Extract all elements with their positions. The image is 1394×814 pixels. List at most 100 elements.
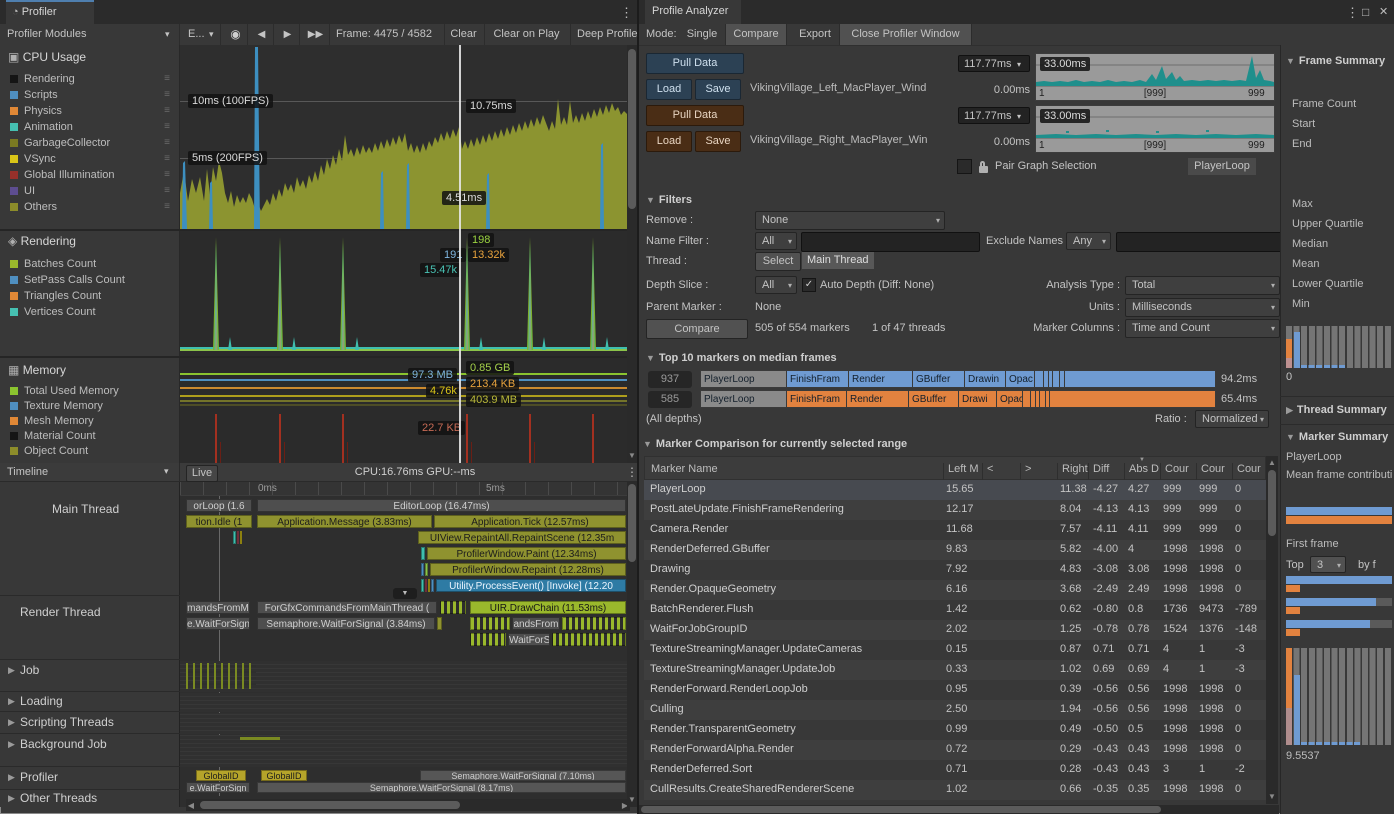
timeline-sliver[interactable] (428, 579, 430, 592)
module-header-memory[interactable]: ▦ Memory (8, 363, 66, 377)
table-hscrollbar[interactable] (639, 805, 1279, 814)
top10-segment[interactable] (1050, 391, 1216, 408)
top10-segment[interactable]: Render (849, 371, 913, 388)
exclude-names-input[interactable] (1116, 232, 1282, 252)
table-vscrollbar[interactable]: ▲ ▼ (1266, 456, 1278, 804)
legend-item[interactable]: Batches Count (0, 256, 180, 272)
table-row[interactable]: RenderDeferred.GBuffer 9.83 5.82 -4.00 4… (644, 540, 1266, 560)
export-button[interactable]: Export (791, 24, 839, 45)
timeline-bar-sem7[interactable]: Semaphore.WaitForSignal (7.10ms) (420, 770, 626, 781)
close-icon[interactable]: ✕ (1379, 5, 1388, 18)
legend-item[interactable]: GarbageCollector≡ (0, 135, 180, 151)
timeline-sliver[interactable] (437, 617, 442, 630)
legend-item[interactable]: Total Used Memory (0, 384, 180, 399)
thread-row-scripting[interactable]: ▶Scripting Threads (0, 712, 180, 734)
thread-row-job[interactable]: ▶Job (0, 660, 180, 692)
top10-bar-left[interactable]: PlayerLoopFinishFramRenderGBufferDrawinO… (700, 370, 1216, 388)
frames-graph-left[interactable]: 33.00ms 1 [999] 999 (1035, 53, 1275, 101)
timeline-sliver[interactable] (440, 601, 466, 614)
legend-item[interactable]: Mesh Memory (0, 414, 180, 429)
name-filter-input[interactable] (801, 232, 980, 252)
mode-single-button[interactable]: Single (679, 24, 725, 45)
module-header-cpu[interactable]: ▣ CPU Usage (8, 50, 86, 64)
drag-handle-icon[interactable]: ≡ (164, 199, 170, 215)
legend-item[interactable]: VSync≡ (0, 151, 180, 167)
pull-data-right-button[interactable]: Pull Data (646, 105, 744, 126)
table-row[interactable]: PostLateUpdate.FinishFrameRendering 12.1… (644, 500, 1266, 520)
exclude-mode-dropdown[interactable]: Any▾ (1066, 232, 1111, 250)
legend-item[interactable]: Triangles Count (0, 288, 180, 304)
top10-bar-right[interactable]: PlayerLoopFinishFramRenderGBufferDrawiOp… (700, 390, 1216, 408)
auto-depth-checkbox[interactable]: ✓ (802, 278, 816, 292)
legend-item[interactable]: UI≡ (0, 183, 180, 199)
top10-segment[interactable]: Opac (997, 391, 1023, 408)
table-row[interactable]: PlayerLoop 15.65 11.38 -4.27 4.27 999 99… (644, 480, 1266, 500)
timeline-bar-window-repaint[interactable]: ProfilerWindow.Repaint (12.28ms) (430, 563, 626, 576)
timeline-sliver[interactable] (233, 531, 236, 544)
range-left-dropdown[interactable]: 117.77ms ▾ (958, 55, 1030, 72)
name-filter-mode-dropdown[interactable]: All▾ (755, 232, 797, 250)
legend-item[interactable]: Texture Memory (0, 399, 180, 414)
timeline-sliver[interactable] (421, 579, 424, 592)
timeline-bar-repaintscene[interactable]: UIView.RepaintAll.RepaintScene (12.35m (418, 531, 626, 544)
top10-segment[interactable]: PlayerLoop (701, 371, 787, 388)
top10-segment[interactable]: PlayerLoop (701, 391, 787, 408)
timeline-bar-app-tick[interactable]: Application.Tick (12.57ms) (434, 515, 626, 528)
top10-segment[interactable] (1023, 391, 1031, 408)
save-right-button[interactable]: Save (695, 131, 741, 152)
analysis-type-dropdown[interactable]: Total▾ (1125, 276, 1280, 295)
col-left-median[interactable]: Left M (943, 463, 986, 481)
load-left-button[interactable]: Load (646, 79, 692, 100)
timeline-bar[interactable]: andsFrom (512, 617, 560, 630)
top10-segment[interactable]: FinishFram (787, 391, 847, 408)
table-row[interactable]: WaitForJobGroupID 2.02 1.25 -0.78 0.78 1… (644, 620, 1266, 640)
legend-item[interactable]: Vertices Count (0, 304, 180, 320)
timeline-sliver[interactable] (237, 531, 239, 544)
scripting-thread-region[interactable] (180, 713, 627, 734)
timeline-bar-editorloop[interactable]: EditorLoop (16.47ms) (257, 499, 626, 512)
profiler-menu-icon[interactable]: ⋮ (620, 5, 633, 21)
col-right-bar[interactable]: > (1020, 463, 1061, 481)
legend-item[interactable]: Others≡ (0, 199, 180, 215)
timeline-bar-sem8[interactable]: Semaphore.WaitForSignal (8.17ms) (257, 782, 626, 793)
frame-selection-line[interactable] (459, 45, 461, 463)
timeline-vscrollbar[interactable]: ▼ (627, 482, 637, 807)
timeline-bar-drawchain[interactable]: UIR.DrawChain (11.53ms) (470, 601, 626, 614)
col-abs-diff[interactable]: Abs D (1124, 463, 1164, 481)
pull-data-left-button[interactable]: Pull Data (646, 53, 744, 74)
legend-item[interactable]: Object Count (0, 444, 180, 459)
thread-row-background[interactable]: ▶Background Job (0, 734, 180, 767)
drag-handle-icon[interactable]: ≡ (164, 71, 170, 87)
top10-segment[interactable] (1065, 371, 1216, 388)
legend-item[interactable]: SetPass Calls Count (0, 272, 180, 288)
table-row[interactable]: Drawing 7.92 4.83 -3.08 3.08 1998 1998 0 (644, 560, 1266, 580)
module-header-rendering[interactable]: ◈ Rendering (8, 234, 76, 248)
foldout-icon[interactable]: ▶ (8, 739, 15, 750)
deep-profile-button[interactable]: Deep Profile (570, 24, 637, 45)
filters-header[interactable]: ▼Filters (646, 194, 692, 206)
scroll-down-icon[interactable]: ▼ (627, 451, 637, 460)
foldout-icon[interactable]: ▶ (8, 665, 15, 676)
clear-on-play-button[interactable]: Clear on Play (484, 24, 568, 45)
timeline-sliver[interactable] (425, 579, 427, 592)
thread-select-button[interactable]: Select (755, 252, 801, 271)
marker-columns-dropdown[interactable]: Time and Count▾ (1125, 319, 1280, 338)
foldout-icon[interactable]: ▶ (8, 717, 15, 728)
table-row[interactable]: Camera.Render 11.68 7.57 -4.11 4.11 999 … (644, 520, 1266, 540)
timeline-bar-window-paint[interactable]: ProfilerWindow.Paint (12.34ms) (427, 547, 626, 560)
maximize-icon[interactable]: □ (1362, 5, 1369, 19)
legend-item[interactable]: Material Count (0, 429, 180, 444)
rendering-chart[interactable]: 198 191 13.32k 15.47k (180, 231, 628, 356)
thread-row-profiler[interactable]: ▶Profiler (0, 767, 180, 790)
col-diff[interactable]: Diff (1088, 463, 1128, 481)
col-marker-name[interactable]: Marker Name (647, 463, 947, 481)
next-frame-button[interactable]: ▶ (276, 24, 300, 45)
range-right-dropdown[interactable]: 117.77ms ▾ (958, 107, 1030, 124)
comparison-header[interactable]: ▼Marker Comparison for currently selecte… (643, 438, 907, 450)
legend-item[interactable]: Global Illumination≡ (0, 167, 180, 183)
thread-row-loading[interactable]: ▶Loading (0, 692, 180, 712)
frame-summary-header[interactable]: ▼Frame Summary (1286, 55, 1385, 67)
top-n-dropdown[interactable]: 3▾ (1310, 556, 1346, 573)
top10-segment[interactable]: Drawin (965, 371, 1006, 388)
last-frame-button[interactable]: ▶▶ (302, 24, 330, 45)
